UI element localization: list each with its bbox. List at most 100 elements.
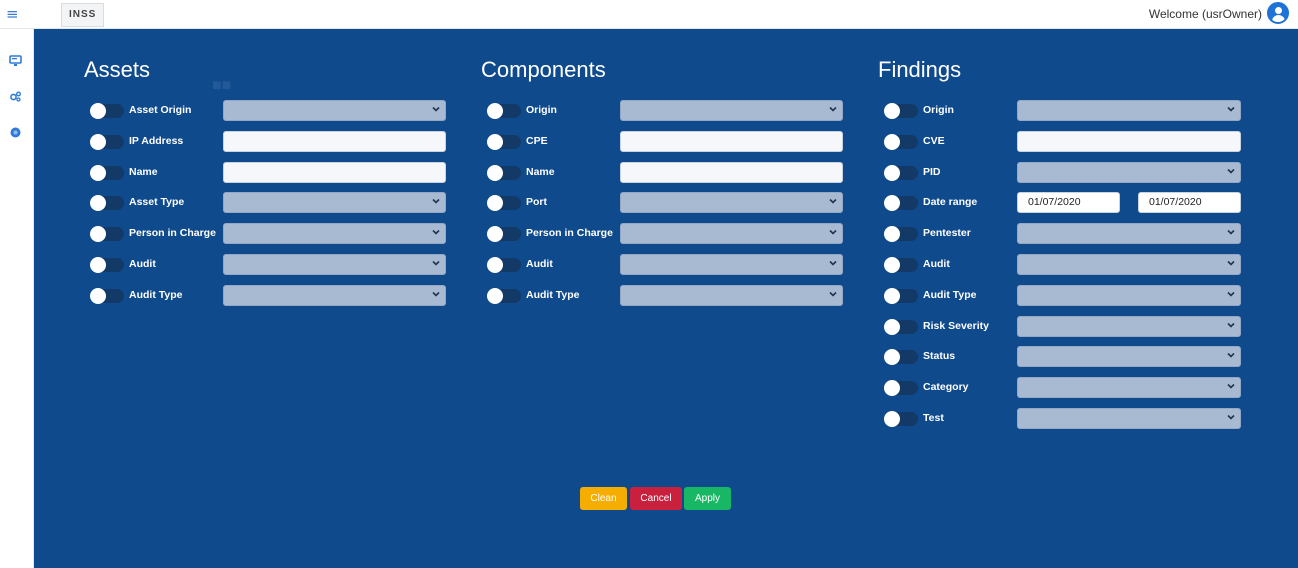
filter-label: Status (923, 350, 956, 363)
toggle-switch[interactable] (884, 318, 918, 335)
filter-label: Date range (923, 196, 978, 209)
gears-icon[interactable] (9, 90, 22, 103)
pid-select[interactable] (1017, 161, 1241, 183)
background-decoration: ■■ (212, 77, 232, 94)
filter-label: Name (129, 165, 158, 178)
person-in-charge-select[interactable] (223, 223, 446, 245)
toggle-switch[interactable] (90, 287, 124, 304)
filter-overlay: ■■ Assets Asset Origin IP Address Name Asse… (34, 29, 1298, 568)
filter-label: CPE (526, 134, 548, 147)
ip-address-input[interactable] (223, 130, 446, 152)
components-title: Components (481, 57, 606, 82)
findings-filter-status: Status (884, 346, 1241, 368)
toggle-switch[interactable] (90, 103, 124, 119)
findings-filter-audit-type: Audit Type (884, 284, 1241, 306)
cve-input[interactable] (1017, 130, 1241, 152)
status-select[interactable] (1017, 346, 1241, 368)
date-to-input[interactable]: 01/07/2020 (1138, 192, 1241, 214)
cpe-input[interactable] (620, 130, 843, 152)
clean-button[interactable]: Clean (580, 487, 627, 510)
user-avatar-icon[interactable] (1267, 2, 1289, 24)
toggle-switch[interactable] (487, 195, 521, 212)
toggle-switch[interactable] (884, 103, 918, 119)
toggle-switch[interactable] (884, 257, 918, 273)
audit-type-select[interactable] (1017, 284, 1241, 306)
components-filter-name: Name (487, 161, 843, 183)
components-filter-origin: Origin (487, 100, 843, 121)
toggle-switch[interactable] (487, 226, 521, 243)
findings-title: Findings (878, 57, 962, 82)
monitor-icon[interactable] (9, 54, 22, 67)
circle-dot-icon[interactable] (9, 126, 22, 139)
toggle-switch[interactable] (90, 226, 124, 243)
toggle-switch[interactable] (90, 133, 124, 150)
filter-label: Name (526, 165, 555, 178)
filter-label: Audit (923, 258, 950, 270)
toggle-switch[interactable] (884, 226, 918, 243)
risk-severity-select[interactable] (1017, 315, 1241, 337)
filter-label: Asset Type (129, 196, 185, 209)
filter-label: Origin (526, 104, 557, 116)
components-filter-audit-type: Audit Type (487, 284, 843, 306)
toggle-switch[interactable] (90, 164, 124, 181)
audit-select[interactable] (1017, 254, 1241, 275)
filter-label: CVE (923, 134, 945, 147)
assets-filter-asset-origin: Asset Origin (90, 100, 446, 121)
name-input[interactable] (223, 161, 446, 183)
toggle-switch[interactable] (884, 411, 918, 427)
port-select[interactable] (620, 192, 843, 214)
filter-label: IP Address (129, 134, 184, 147)
filter-label: Test (923, 412, 944, 424)
toggle-switch[interactable] (487, 257, 521, 273)
filter-label: Port (526, 196, 547, 209)
toggle-switch[interactable] (884, 195, 918, 212)
filter-label: Audit Type (526, 288, 580, 301)
brand-logo[interactable]: INSS (61, 3, 105, 27)
toggle-switch[interactable] (884, 164, 918, 181)
toggle-switch[interactable] (884, 287, 918, 304)
date-from-input[interactable]: 01/07/2020 (1017, 192, 1120, 214)
name-input[interactable] (620, 161, 843, 183)
components-filter-cpe: CPE (487, 130, 843, 152)
cancel-button[interactable]: Cancel (630, 487, 682, 510)
components-filter-audit: Audit (487, 254, 843, 275)
audit-select[interactable] (223, 254, 446, 275)
filter-label: Audit (129, 258, 156, 270)
apply-button[interactable]: Apply (684, 487, 731, 510)
filter-label: Asset Origin (129, 104, 192, 116)
toggle-switch[interactable] (884, 133, 918, 150)
toggle-switch[interactable] (487, 133, 521, 150)
pentester-select[interactable] (1017, 223, 1241, 245)
audit-type-select[interactable] (620, 284, 843, 306)
filter-label: Audit (526, 258, 553, 270)
toggle-switch[interactable] (487, 164, 521, 181)
origin-select[interactable] (1017, 100, 1241, 121)
hamburger-icon[interactable]: ≡ (6, 6, 19, 22)
filter-label: Audit Type (923, 288, 977, 301)
audit-select[interactable] (620, 254, 843, 275)
toggle-switch[interactable] (884, 380, 918, 397)
assets-filter-name: Name (90, 161, 446, 183)
left-rail (0, 29, 34, 568)
findings-filter-category: Category (884, 377, 1241, 399)
components-filter-person-in-charge: Person in Charge (487, 223, 843, 245)
test-select[interactable] (1017, 408, 1241, 429)
filter-label: Origin (923, 104, 954, 116)
toggle-switch[interactable] (884, 349, 918, 366)
audit-type-select[interactable] (223, 284, 446, 306)
findings-filter-risk-severity: Risk Severity (884, 315, 1241, 337)
person-in-charge-select[interactable] (620, 223, 843, 245)
toggle-switch[interactable] (90, 195, 124, 212)
asset-type-select[interactable] (223, 192, 446, 214)
filter-label: PID (923, 165, 941, 178)
toggle-switch[interactable] (487, 103, 521, 119)
findings-filter-pentester: Pentester (884, 223, 1241, 245)
assets-filter-asset-type: Asset Type (90, 192, 446, 214)
category-select[interactable] (1017, 377, 1241, 399)
assets-filter-ip-address: IP Address (90, 130, 446, 152)
toggle-switch[interactable] (487, 287, 521, 304)
toggle-switch[interactable] (90, 257, 124, 273)
asset-origin-select[interactable] (223, 100, 446, 121)
findings-filter-cve: CVE (884, 130, 1241, 152)
origin-select[interactable] (620, 100, 843, 121)
